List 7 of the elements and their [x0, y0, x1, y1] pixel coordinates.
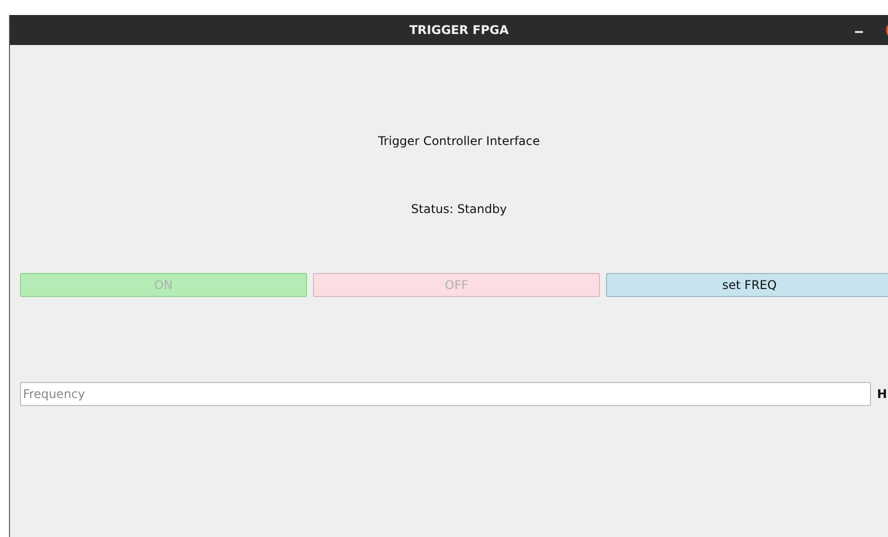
window-title: TRIGGER FPGA: [409, 23, 509, 37]
unit-label: H: [877, 387, 888, 401]
heading-text: Trigger Controller Interface: [378, 134, 540, 148]
minimize-button[interactable]: [855, 31, 863, 33]
set-frequency-button[interactable]: set FREQ: [606, 273, 888, 297]
frequency-field[interactable]: Frequency: [20, 382, 871, 406]
status-text: Status: Standby: [411, 202, 507, 216]
